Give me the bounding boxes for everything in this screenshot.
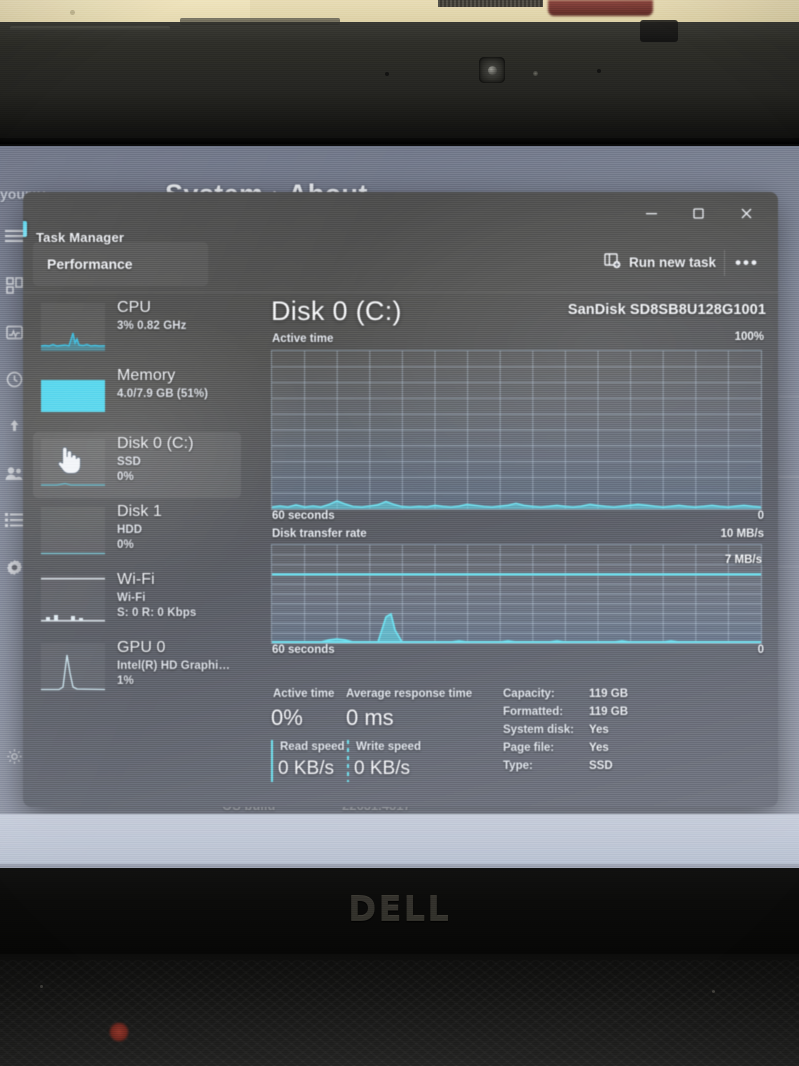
resource-name: CPU xyxy=(117,299,152,316)
run-new-task-label: Run new task xyxy=(628,254,716,270)
resource-item-wifi[interactable]: Wi-Fi Wi-Fi S: 0 R: 0 Kbps xyxy=(33,568,241,634)
dell-logo: DELL xyxy=(348,890,451,930)
windows-taskbar[interactable]: Search xyxy=(0,814,799,864)
metric-label-read-speed: Read speed xyxy=(280,741,345,753)
deck-red-marking xyxy=(108,1022,130,1042)
webcam-icon xyxy=(479,57,505,83)
metric-label-avg-response: Average response time xyxy=(346,688,473,700)
deck-carbon-texture xyxy=(0,960,799,1066)
property-value-capacity: 119 GB xyxy=(589,688,628,700)
metric-value-active-time: 0% xyxy=(271,705,303,730)
resource-usage: 1% xyxy=(117,675,134,687)
maximize-button[interactable] xyxy=(675,196,721,230)
property-key-system-disk: System disk: xyxy=(503,724,574,736)
graph1-x-left-label: 60 seconds xyxy=(272,510,335,522)
wifi-thumbnail-chart xyxy=(41,575,105,623)
resource-detail: Intel(R) HD Graphi… xyxy=(117,660,231,672)
toolbar-separator xyxy=(724,250,725,276)
disk1-thumbnail-chart xyxy=(41,507,105,555)
cpu-thumbnail-chart xyxy=(41,303,105,351)
resource-item-disk1[interactable]: Disk 1 HDD 0% xyxy=(33,500,241,566)
resource-detail: HDD xyxy=(117,524,143,536)
read-speed-legend-tick xyxy=(271,740,273,782)
task-manager-window[interactable]: Task Manager Performance Run new task ••… xyxy=(23,192,778,807)
resource-name: Wi-Fi xyxy=(117,571,155,588)
property-value-formatted: 119 GB xyxy=(589,706,628,718)
task-manager-toolbar[interactable]: Performance Run new task ••• xyxy=(23,238,778,290)
property-value-system-disk: Yes xyxy=(589,724,609,736)
property-key-type: Type: xyxy=(503,760,533,772)
laptop-hinge xyxy=(640,20,678,42)
metric-label-write-speed: Write speed xyxy=(356,741,421,753)
resource-name: Disk 0 (C:) xyxy=(117,435,194,452)
run-new-task-icon xyxy=(604,252,621,272)
deck-speck-1 xyxy=(40,985,43,988)
deck-speck-2 xyxy=(712,990,715,993)
mouse-cursor-hand-icon xyxy=(53,442,83,476)
bezel-edge-highlight-left xyxy=(10,26,170,31)
graph1-x-right-label: 0 xyxy=(757,510,764,522)
run-new-task-button[interactable]: Run new task xyxy=(604,249,716,275)
property-key-page-file: Page file: xyxy=(503,742,555,754)
laptop-top-bezel xyxy=(0,22,799,144)
camera-status-led xyxy=(533,71,538,76)
gpu0-thumbnail-chart xyxy=(41,643,105,691)
performance-resource-list[interactable]: CPU 3% 0.82 GHz Memory 4.0/7.9 GB (51%) xyxy=(33,296,241,801)
laptop-hinge-vent xyxy=(438,0,543,7)
resource-item-cpu[interactable]: CPU 3% 0.82 GHz xyxy=(33,296,241,362)
red-object-behind-laptop xyxy=(548,0,653,16)
graph2-title: Disk transfer rate xyxy=(272,528,367,540)
disk-detail-panel: Disk 0 (C:) SanDisk SD8SB8U128G1001 Acti… xyxy=(263,296,768,801)
graph2-x-left-label: 60 seconds xyxy=(272,644,335,656)
resource-name: Disk 1 xyxy=(117,503,163,520)
microphone-hole-right xyxy=(597,69,601,73)
close-button[interactable] xyxy=(723,196,769,230)
resource-item-gpu0[interactable]: GPU 0 Intel(R) HD Graphi… 1% xyxy=(33,636,241,702)
toolbar-divider xyxy=(23,292,778,293)
property-key-formatted: Formatted: xyxy=(503,706,564,718)
task-manager-app-icon xyxy=(23,221,27,237)
write-speed-legend-tick xyxy=(347,740,349,782)
resource-throughput: S: 0 R: 0 Kbps xyxy=(117,607,197,619)
microphone-hole-left xyxy=(385,72,389,76)
metric-value-write-speed: 0 KB/s xyxy=(354,758,410,779)
resource-item-memory[interactable]: Memory 4.0/7.9 GB (51%) xyxy=(33,364,241,430)
graph1-title: Active time xyxy=(272,333,334,345)
minimize-button[interactable] xyxy=(628,196,674,230)
graph2-x-right-label: 0 xyxy=(757,644,764,656)
property-value-type: SSD xyxy=(589,760,613,772)
metric-value-avg-response: 0 ms xyxy=(346,705,394,730)
bezel-edge-highlight-center xyxy=(180,18,340,25)
resource-detail: 4.0/7.9 GB (51%) xyxy=(117,388,209,400)
graph2-marker-label: 7 MB/s xyxy=(724,554,762,566)
resource-usage: 0% xyxy=(117,471,134,483)
laptop-photo: System›About youmy OS build 22631.4317 xyxy=(0,0,799,1066)
resource-detail: 3% 0.82 GHz xyxy=(117,320,187,332)
resource-usage: 0% xyxy=(117,539,134,551)
laptop-screen: System›About youmy OS build 22631.4317 xyxy=(0,146,799,868)
resource-detail: SSD xyxy=(117,456,141,468)
resource-name: GPU 0 xyxy=(117,639,166,656)
metric-label-active-time: Active time xyxy=(273,688,335,700)
wall-blemish xyxy=(70,10,75,15)
detail-heading: Disk 0 (C:) xyxy=(271,296,402,326)
metric-value-read-speed: 0 KB/s xyxy=(278,758,334,779)
resource-detail: Wi-Fi xyxy=(117,592,146,604)
disk-statistics: Active time 0% Average response time 0 m… xyxy=(271,688,766,793)
property-key-capacity: Capacity: xyxy=(503,688,555,700)
resource-name: Memory xyxy=(117,367,176,384)
more-options-button[interactable]: ••• xyxy=(730,252,764,274)
memory-thumbnail-chart xyxy=(41,380,105,412)
tab-performance-label: Performance xyxy=(47,256,133,272)
graph1-max-label: 100% xyxy=(734,331,764,343)
graph2-max-label: 10 MB/s xyxy=(720,528,764,540)
active-time-chart xyxy=(271,350,762,510)
tab-performance[interactable]: Performance xyxy=(33,242,208,286)
disk-transfer-rate-chart xyxy=(271,544,762,644)
resource-item-disk0[interactable]: Disk 0 (C:) SSD 0% xyxy=(33,432,241,498)
disk-model-name: SanDisk SD8SB8U128G1001 xyxy=(567,302,766,318)
task-manager-titlebar[interactable]: Task Manager xyxy=(23,192,778,245)
property-value-page-file: Yes xyxy=(589,742,609,754)
